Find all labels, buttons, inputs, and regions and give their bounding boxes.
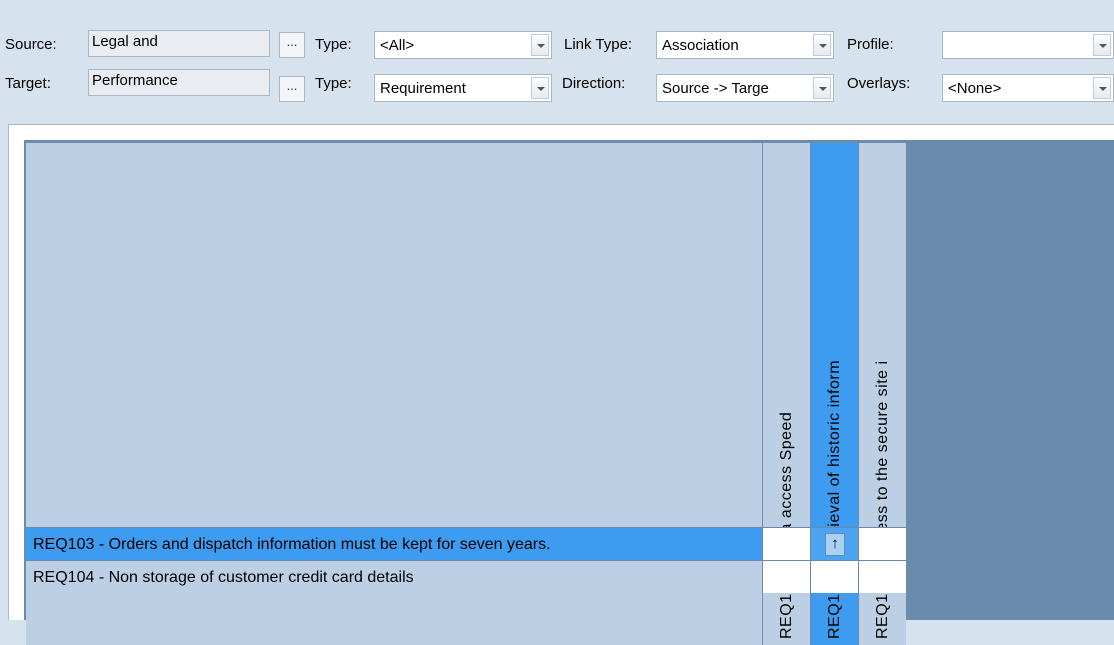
source-type-value: <All> bbox=[380, 37, 415, 54]
matrix-cell-linked[interactable]: ↑ bbox=[810, 527, 858, 560]
direction-label: Direction: bbox=[562, 75, 626, 92]
chevron-down-icon[interactable] bbox=[531, 77, 549, 99]
target-label: Target: bbox=[5, 75, 51, 92]
direction-select[interactable]: Source -> Targe bbox=[656, 74, 834, 102]
chevron-down-icon[interactable] bbox=[1093, 34, 1111, 56]
matrix-cell[interactable] bbox=[858, 560, 906, 593]
source-label: Source: bbox=[5, 36, 57, 53]
chevron-down-icon[interactable] bbox=[531, 34, 549, 56]
chevron-down-icon[interactable] bbox=[1093, 77, 1111, 99]
chevron-down-icon[interactable] bbox=[813, 77, 831, 99]
row-header-req103[interactable]: REQ103 - Orders and dispatch information… bbox=[26, 527, 762, 560]
target-browse-button[interactable]: ... bbox=[279, 76, 305, 102]
matrix-cell[interactable] bbox=[762, 527, 810, 560]
direction-value: Source -> Targe bbox=[662, 80, 769, 97]
column-header-label: REQ105 - Data access Speed bbox=[777, 411, 795, 639]
overlays-label: Overlays: bbox=[847, 75, 911, 92]
source-package-field[interactable]: Legal and bbox=[88, 30, 270, 57]
matrix-cell[interactable] bbox=[762, 560, 810, 593]
source-type-select[interactable]: <All> bbox=[374, 31, 552, 59]
row-header-req104[interactable]: REQ104 - Non storage of customer credit … bbox=[26, 560, 762, 593]
link-type-select[interactable]: Association bbox=[656, 31, 834, 59]
target-type-value: Requirement bbox=[380, 80, 466, 97]
overlays-select[interactable]: <None> bbox=[942, 74, 1114, 102]
column-header-label: REQ107 - Access to the secure site i bbox=[873, 360, 891, 639]
relationship-matrix: REQ105 - Data access Speed REQ106 - Retr… bbox=[8, 124, 1114, 645]
chevron-down-icon[interactable] bbox=[813, 34, 831, 56]
matrix-toolbar: Source: Legal and ... Type: <All> Link T… bbox=[0, 0, 1114, 120]
matrix-cell[interactable] bbox=[810, 560, 858, 593]
profile-select[interactable] bbox=[942, 31, 1114, 59]
link-type-value: Association bbox=[662, 37, 739, 54]
overlays-value: <None> bbox=[948, 80, 1002, 97]
matrix-cell[interactable] bbox=[858, 527, 906, 560]
target-package-field[interactable]: Performance bbox=[88, 69, 270, 96]
target-type-select[interactable]: Requirement bbox=[374, 74, 552, 102]
link-type-label: Link Type: bbox=[564, 36, 633, 53]
column-header-label: REQ106 - Retrieval of historic inform bbox=[825, 359, 843, 639]
source-browse-button[interactable]: ... bbox=[279, 32, 305, 58]
target-type-label: Type: bbox=[315, 75, 352, 92]
link-arrow-icon: ↑ bbox=[825, 533, 845, 556]
source-type-label: Type: bbox=[315, 36, 352, 53]
profile-label: Profile: bbox=[847, 36, 894, 53]
